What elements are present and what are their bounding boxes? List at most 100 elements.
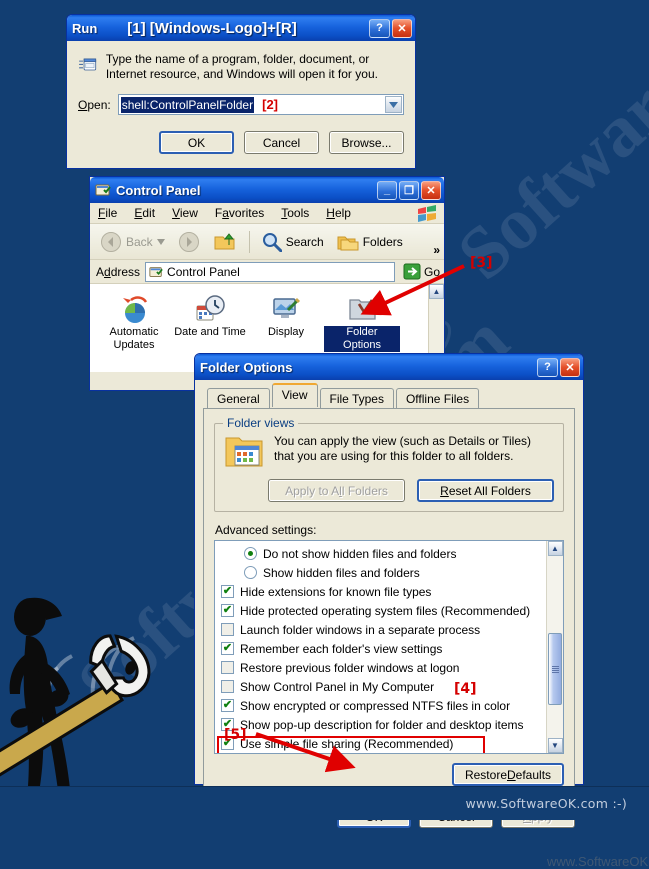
list-item[interactable]: Restore previous folder windows at logon	[218, 658, 563, 677]
scroll-up-icon[interactable]: ▲	[547, 541, 563, 556]
address-go-button[interactable]: Go	[400, 263, 440, 280]
radio-do-not-show-hidden[interactable]	[244, 547, 257, 560]
address-input[interactable]: Control Panel	[145, 261, 395, 282]
toolbar-back-button[interactable]: Back	[96, 229, 169, 255]
list-item[interactable]: Hide protected operating system files (R…	[218, 601, 563, 620]
list-item[interactable]: Use simple file sharing (Recommended)	[218, 734, 563, 753]
scroll-down-icon[interactable]: ▼	[547, 738, 563, 753]
windows-flag-icon	[418, 205, 436, 222]
menu-item-edit[interactable]: Edit	[134, 206, 155, 220]
marker-step4: [4]	[454, 681, 477, 697]
run-dialog-buttons: OK Cancel Browse...	[78, 131, 404, 154]
list-item[interactable]: Show Control Panel in My Computer	[218, 677, 563, 696]
list-item[interactable]: Hide extensions for known file types	[218, 582, 563, 601]
checkbox-hide-protected-os-files[interactable]	[221, 604, 234, 617]
folder-views-group: Folder views You can apply the view (suc…	[214, 416, 564, 512]
minimize-button[interactable]: _	[377, 180, 397, 200]
tab-offline-files[interactable]: Offline Files	[395, 388, 480, 409]
toolbar-up-button[interactable]	[209, 229, 241, 255]
folders-icon	[337, 236, 359, 250]
list-item[interactable]: Show hidden files and folders	[218, 563, 563, 582]
run-open-combobox[interactable]: shell:ControlPanelFolder [2]	[117, 94, 404, 115]
folder-views-buttons: Apply to All Folders Reset All Folders	[224, 479, 554, 502]
menu-item-file[interactable]: File	[98, 206, 117, 220]
list-item[interactable]: Show encrypted or compressed NTFS files …	[218, 696, 563, 715]
cp-item-automatic-updates[interactable]: Automatic Updates	[96, 292, 172, 372]
toolbar-folders-label: Folders	[362, 234, 403, 249]
advanced-settings-label: Advanced settings:	[215, 523, 317, 537]
toolbar-separator	[248, 230, 250, 253]
control-panel-menubar: File Edit View Favorites Tools Help	[90, 203, 444, 224]
menu-item-view[interactable]: View	[172, 206, 198, 220]
tab-view[interactable]: View	[271, 383, 318, 407]
run-dialog-titlebar[interactable]: Run [1] [Windows-Logo]+[R] ? ✕	[67, 15, 415, 41]
advanced-settings-scrollbar[interactable]: ▲ ▼	[546, 541, 563, 753]
background-watermark-top: SoftwareOK.com	[442, 0, 649, 296]
cp-item-label: Automatic Updates	[109, 326, 159, 351]
folder-options-dialog: Folder Options ? ✕ General View File Typ…	[194, 353, 649, 869]
list-item-label: Do not show hidden files and folders	[263, 546, 457, 561]
stick-figure-with-hammer-illustration	[0, 597, 151, 790]
maximize-button[interactable]: ❐	[399, 180, 419, 200]
tab-file-types[interactable]: File Types	[319, 388, 394, 409]
run-ok-button[interactable]: OK	[159, 131, 234, 154]
control-panel-titlebar[interactable]: Control Panel _ ❐ ✕	[90, 177, 444, 203]
checkbox-hide-extensions[interactable]	[221, 585, 234, 598]
run-cancel-button[interactable]: Cancel	[244, 131, 319, 154]
toolbar-overflow-button[interactable]: »	[433, 243, 440, 257]
close-button[interactable]: ✕	[560, 357, 580, 377]
cp-item-label: Date and Time	[174, 326, 246, 338]
folder-options-tabstrip: General View File Types Offline Files	[203, 383, 575, 409]
menu-item-tools[interactable]: Tools	[281, 206, 309, 220]
control-panel-address-bar: Address Control Panel Go	[90, 260, 444, 284]
toolbar-search-button[interactable]: Search	[258, 230, 328, 254]
list-item[interactable]: Do not show hidden files and folders	[218, 544, 563, 563]
open-label: Open:	[78, 97, 111, 112]
advanced-settings-listbox[interactable]: Do not show hidden files and folders Sho…	[214, 540, 564, 754]
list-item[interactable]: Show pop-up description for folder and d…	[218, 715, 563, 734]
close-button[interactable]: ✕	[421, 180, 441, 200]
run-browse-button[interactable]: Browse...	[329, 131, 404, 154]
folder-options-title: Folder Options	[200, 359, 293, 375]
checkbox-restore-previous-windows[interactable]	[221, 661, 234, 674]
menu-item-help[interactable]: Help	[326, 206, 351, 220]
list-item-label: Restore previous folder windows at logon	[240, 660, 460, 675]
list-item-label: Show pop-up description for folder and d…	[240, 717, 524, 732]
marker-step2: [2]	[262, 97, 278, 112]
checkbox-launch-separate-process[interactable]	[221, 623, 234, 636]
run-app-icon	[79, 58, 97, 71]
help-button[interactable]: ?	[537, 357, 558, 377]
automatic-updates-icon	[96, 292, 172, 326]
list-item-label: Use simple file sharing (Recommended)	[240, 736, 454, 751]
folder-options-body: General View File Types Offline Files Fo…	[195, 380, 583, 828]
tab-general[interactable]: General	[207, 388, 270, 409]
scroll-up-icon[interactable]: ▲	[429, 284, 444, 299]
address-label: Address	[96, 264, 141, 279]
marker-step3: [3]	[470, 255, 493, 271]
help-button[interactable]: ?	[369, 18, 390, 38]
scrollbar-thumb[interactable]	[548, 633, 562, 705]
folder-options-titlebar[interactable]: Folder Options ? ✕	[195, 354, 583, 380]
radio-show-hidden[interactable]	[244, 566, 257, 579]
back-arrow-icon	[101, 231, 121, 252]
toolbar-folders-button[interactable]: Folders	[333, 230, 407, 254]
list-item-label: Show hidden files and folders	[263, 565, 420, 580]
close-button[interactable]: ✕	[392, 18, 412, 38]
checkbox-remember-view-settings[interactable]	[221, 642, 234, 655]
checkbox-ntfs-color[interactable]	[221, 699, 234, 712]
chevron-down-icon[interactable]	[156, 238, 165, 245]
view-tab-panel: Folder views You can apply the view (suc…	[203, 408, 575, 796]
toolbar-forward-button[interactable]	[174, 229, 204, 255]
restore-defaults-row: Restore Defaults	[214, 763, 564, 786]
marker-step5: [5]	[224, 727, 247, 743]
restore-defaults-button[interactable]: Restore Defaults	[452, 763, 564, 786]
run-open-input-value[interactable]: shell:ControlPanelFolder	[120, 96, 255, 113]
checkbox-show-control-panel[interactable]	[221, 680, 234, 693]
list-item[interactable]: Launch folder windows in a separate proc…	[218, 620, 563, 639]
list-item[interactable]: Remember each folder's view settings	[218, 639, 563, 658]
reset-all-folders-button[interactable]: Reset All Folders	[417, 479, 554, 502]
control-panel-icon	[149, 266, 163, 277]
chevron-down-icon[interactable]	[385, 96, 402, 113]
menu-item-favorites[interactable]: Favorites	[215, 206, 264, 220]
apply-to-all-folders-button[interactable]: Apply to All Folders	[268, 479, 405, 502]
